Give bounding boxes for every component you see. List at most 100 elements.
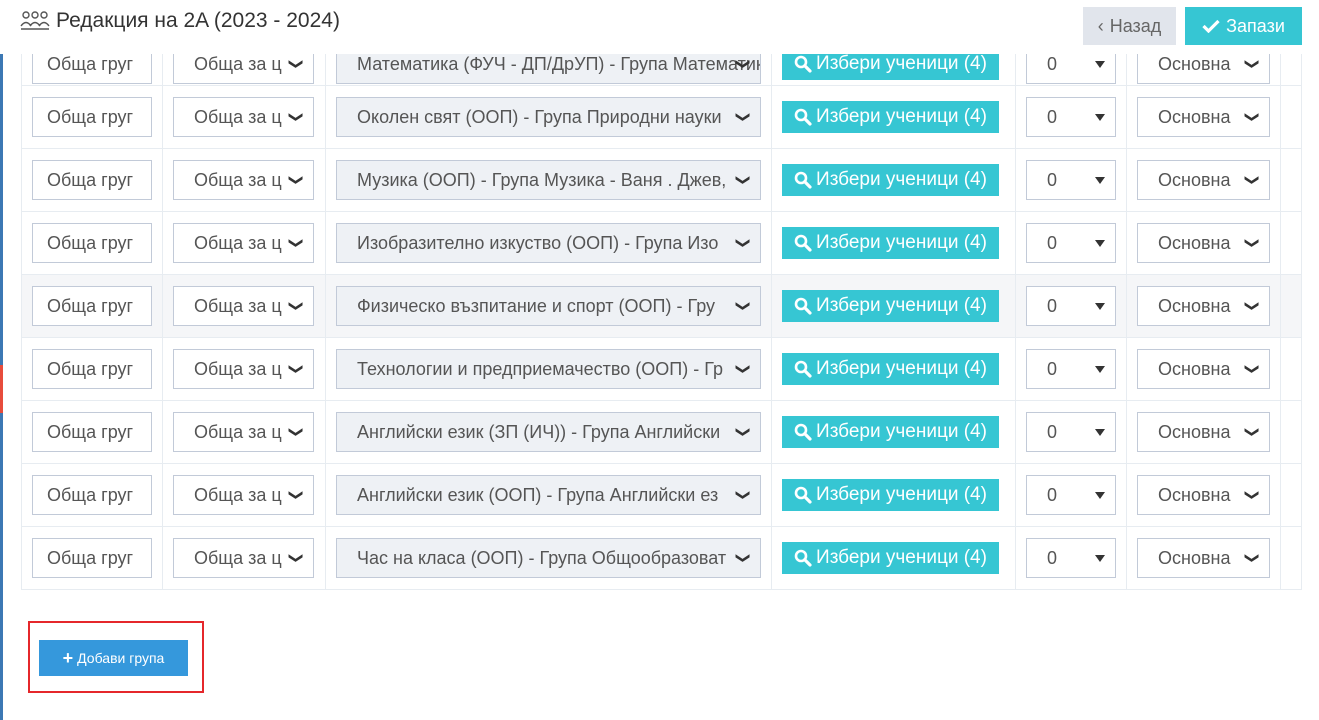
kind-value: Основна bbox=[1158, 296, 1231, 316]
subject-select[interactable]: Английски език (ЗП (ИЧ)) - Група Английс… bbox=[336, 412, 761, 452]
hours-select[interactable]: 0 bbox=[1026, 286, 1116, 326]
group-type-select[interactable]: Обща за ц ❯ bbox=[173, 286, 314, 326]
kind-value: Основна bbox=[1158, 359, 1231, 379]
group-type-select[interactable]: Обща за ц ❯ bbox=[173, 538, 314, 578]
hours-select[interactable]: 0 bbox=[1026, 412, 1116, 452]
select-students-button[interactable]: Избери ученици (4) bbox=[782, 164, 999, 196]
chevron-down-icon: ❯ bbox=[289, 174, 306, 186]
hours-select[interactable]: 0 bbox=[1026, 349, 1116, 389]
subject-select[interactable]: Английски език (ООП) - Група Английски е… bbox=[336, 475, 761, 515]
search-icon bbox=[794, 360, 812, 378]
hours-cell: 0 bbox=[1015, 274, 1127, 338]
group-type-value: Обща за ц bbox=[194, 485, 282, 505]
select-students-button[interactable]: Избери ученици (4) bbox=[782, 416, 999, 448]
hours-select[interactable]: 0 bbox=[1026, 223, 1116, 263]
group-type-select[interactable]: Обща за ц ❯ bbox=[173, 97, 314, 137]
students-cell: Избери ученици (4) bbox=[771, 526, 1016, 590]
group-name-input[interactable]: Обща груг bbox=[32, 223, 152, 263]
group-type-value: Обща за ц bbox=[194, 170, 282, 190]
group-name-input[interactable]: Обща груг bbox=[32, 412, 152, 452]
save-button[interactable]: Запази bbox=[1185, 7, 1302, 45]
add-group-button[interactable]: + Добави група bbox=[39, 640, 188, 676]
kind-select[interactable]: Основна ❯ bbox=[1137, 160, 1270, 200]
hours-select[interactable]: 0 bbox=[1026, 475, 1116, 515]
kind-select[interactable]: Основна ❯ bbox=[1137, 286, 1270, 326]
select-students-button[interactable]: Избери ученици (4) bbox=[782, 101, 999, 133]
chevron-left-icon: ‹ bbox=[1097, 15, 1104, 36]
chevron-down-icon: ❯ bbox=[1245, 174, 1262, 186]
kind-select[interactable]: Основна ❯ bbox=[1137, 412, 1270, 452]
search-icon bbox=[794, 423, 812, 441]
kind-value: Основна bbox=[1158, 485, 1231, 505]
chevron-down-icon: ❯ bbox=[1245, 426, 1262, 438]
hours-select[interactable]: 0 bbox=[1026, 97, 1116, 137]
kind-select[interactable]: Основна ❯ bbox=[1137, 475, 1270, 515]
select-students-label: Избери ученици (4) bbox=[816, 232, 987, 253]
subject-value: Изобразително изкуство (ООП) - Група Изо bbox=[357, 233, 719, 253]
select-students-button[interactable]: Избери ученици (4) bbox=[782, 227, 999, 259]
kind-cell: Основна ❯ bbox=[1126, 526, 1281, 590]
subject-value: Технологии и предприемачество (ООП) - Гр bbox=[357, 359, 723, 379]
page-header: Редакция на 2A (2023 - 2024) ‹ Назад Зап… bbox=[0, 0, 1319, 54]
kind-select[interactable]: Основна ❯ bbox=[1137, 538, 1270, 578]
back-button[interactable]: ‹ Назад bbox=[1083, 7, 1176, 45]
group-type-value: Обща за ц bbox=[194, 359, 282, 379]
group-name-input[interactable]: Обща груг bbox=[32, 475, 152, 515]
select-students-button[interactable]: Избери ученици (4) bbox=[782, 479, 999, 511]
subject-select[interactable]: Изобразително изкуство (ООП) - Група Изо… bbox=[336, 223, 761, 263]
group-name-input[interactable]: Обща груг bbox=[32, 538, 152, 578]
hours-cell: 0 bbox=[1015, 211, 1127, 275]
group-name-input[interactable]: Обща груг bbox=[32, 349, 152, 389]
group-type-cell: Обща за ц ❯ bbox=[162, 526, 326, 590]
subject-select[interactable]: Технологии и предприемачество (ООП) - Гр… bbox=[336, 349, 761, 389]
group-type-select[interactable]: Обща за ц ❯ bbox=[173, 160, 314, 200]
caret-down-icon bbox=[1095, 366, 1105, 373]
group-type-select[interactable]: Обща за ц ❯ bbox=[173, 223, 314, 263]
kind-cell: Основна ❯ bbox=[1126, 463, 1281, 527]
hours-value: 0 bbox=[1047, 359, 1058, 379]
group-name-input[interactable]: Обща груг bbox=[32, 160, 152, 200]
kind-select[interactable]: Основна ❯ bbox=[1137, 223, 1270, 263]
search-icon bbox=[794, 171, 812, 189]
subject-value: Физическо възпитание и спорт (ООП) - Гру bbox=[357, 296, 715, 316]
hours-cell: 0 bbox=[1015, 526, 1127, 590]
group-type-select[interactable]: Обща за ц ❯ bbox=[173, 412, 314, 452]
page-title: Редакция на 2A (2023 - 2024) bbox=[56, 9, 340, 32]
subject-select[interactable]: Околен свят (ООП) - Група Природни науки… bbox=[336, 97, 761, 137]
group-name-input[interactable]: Обща груг bbox=[32, 97, 152, 137]
table-row: Обща груг Обща за ц ❯ Технологии и предп… bbox=[21, 337, 1302, 401]
check-icon bbox=[1202, 19, 1220, 33]
subject-cell: Английски език (ООП) - Група Английски е… bbox=[325, 463, 772, 527]
chevron-down-icon: ❯ bbox=[289, 111, 306, 123]
caret-down-icon bbox=[1095, 429, 1105, 436]
select-students-button[interactable]: Избери ученици (4) bbox=[782, 542, 999, 574]
plus-icon: + bbox=[62, 647, 74, 668]
kind-cell: Основна ❯ bbox=[1126, 85, 1281, 149]
kind-cell: Основна ❯ bbox=[1126, 211, 1281, 275]
group-type-select[interactable]: Обща за ц ❯ bbox=[173, 349, 314, 389]
group-type-cell: Обща за ц ❯ bbox=[162, 400, 326, 464]
row-end-cell bbox=[1280, 211, 1302, 275]
chevron-down-icon: ❯ bbox=[289, 552, 306, 564]
select-students-button[interactable]: Избери ученици (4) bbox=[782, 353, 999, 385]
caret-down-icon bbox=[1095, 303, 1105, 310]
group-type-cell: Обща за ц ❯ bbox=[162, 211, 326, 275]
select-students-label: Избери ученици (4) bbox=[816, 358, 987, 379]
search-icon bbox=[794, 486, 812, 504]
hours-select[interactable]: 0 bbox=[1026, 160, 1116, 200]
search-icon bbox=[794, 234, 812, 252]
select-students-label: Избери ученици (4) bbox=[816, 421, 987, 442]
kind-select[interactable]: Основна ❯ bbox=[1137, 349, 1270, 389]
group-name-input[interactable]: Обща груг bbox=[32, 286, 152, 326]
select-students-button[interactable]: Избери ученици (4) bbox=[782, 290, 999, 322]
hours-select[interactable]: 0 bbox=[1026, 538, 1116, 578]
group-type-select[interactable]: Обща за ц ❯ bbox=[173, 475, 314, 515]
kind-select[interactable]: Основна ❯ bbox=[1137, 97, 1270, 137]
subject-value: Математика (ФУЧ - ДП/ДрУП) - Група Матем… bbox=[357, 54, 761, 74]
caret-down-icon bbox=[1095, 492, 1105, 499]
chevron-down-icon: ❯ bbox=[1245, 237, 1262, 249]
subject-select[interactable]: Музика (ООП) - Група Музика - Ваня . Дже… bbox=[336, 160, 761, 200]
subject-select[interactable]: Физическо възпитание и спорт (ООП) - Гру… bbox=[336, 286, 761, 326]
subject-select[interactable]: Час на класа (ООП) - Група Общообразоват… bbox=[336, 538, 761, 578]
select-students-label: Избери ученици (4) bbox=[816, 169, 987, 190]
